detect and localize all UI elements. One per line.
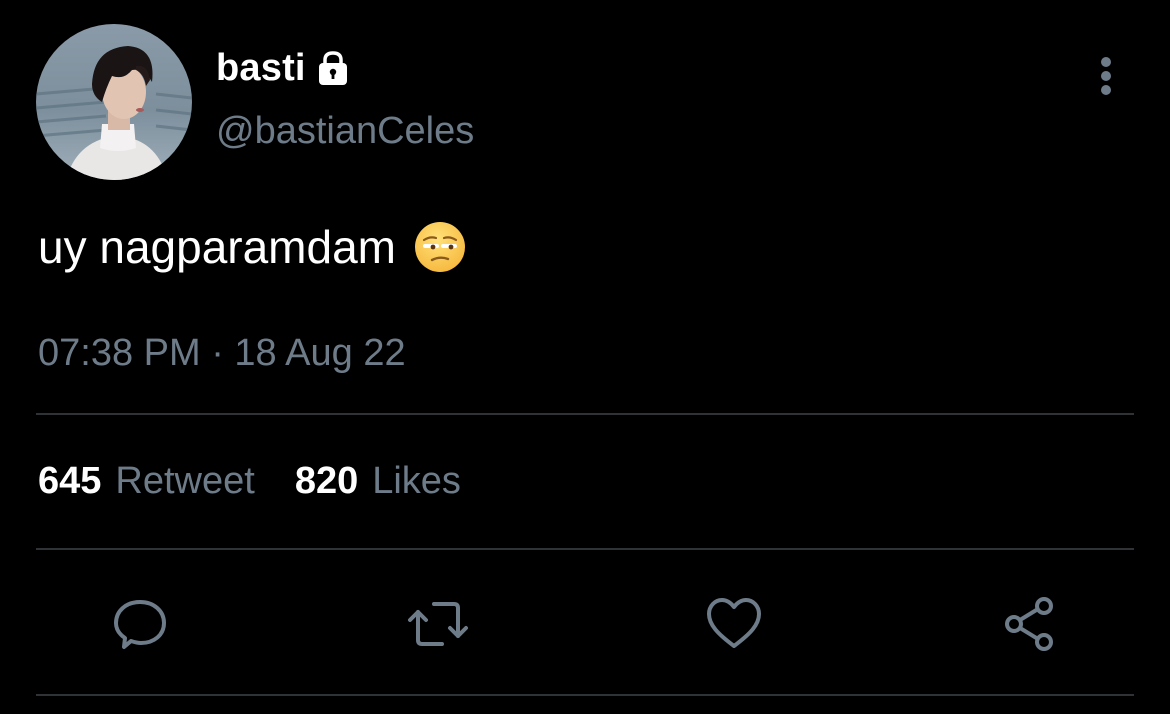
tweet-text: uy nagparamdam: [38, 220, 466, 274]
likes-stat[interactable]: 820 Likes: [295, 460, 461, 503]
user-handle[interactable]: @bastianCeles: [216, 110, 474, 153]
comment-icon: [114, 600, 166, 649]
likes-count: 820: [294, 460, 359, 502]
profile-photo: [36, 24, 192, 180]
divider: [36, 694, 1134, 696]
author-name-row[interactable]: basti: [216, 44, 352, 92]
more-options-button[interactable]: [1084, 52, 1128, 100]
likes-label: Likes: [372, 460, 461, 502]
retweets-count: 645: [38, 460, 102, 502]
divider: [36, 413, 1134, 415]
avatar[interactable]: [36, 24, 192, 180]
tweet-timestamp[interactable]: 07:38 PM · 18 Aug 22: [38, 332, 406, 375]
share-button[interactable]: [998, 592, 1062, 656]
tweet-body: uy nagparamdam: [38, 221, 396, 273]
lock-icon: [314, 49, 352, 87]
retweets-stat[interactable]: 645 Retweet: [38, 460, 255, 503]
display-name[interactable]: basti: [216, 47, 306, 90]
tweet-stats: 645 Retweet 820 Likes: [38, 460, 461, 503]
unamused-face-icon: [414, 221, 466, 273]
more-vertical-icon: [1101, 57, 1111, 95]
like-button[interactable]: [702, 592, 766, 656]
reply-button[interactable]: [108, 592, 172, 656]
share-icon: [1005, 597, 1053, 651]
retweet-icon: [408, 602, 468, 646]
retweets-label: Retweet: [115, 460, 255, 502]
retweet-button[interactable]: [406, 592, 470, 656]
divider: [36, 548, 1134, 550]
heart-icon: [707, 598, 761, 648]
